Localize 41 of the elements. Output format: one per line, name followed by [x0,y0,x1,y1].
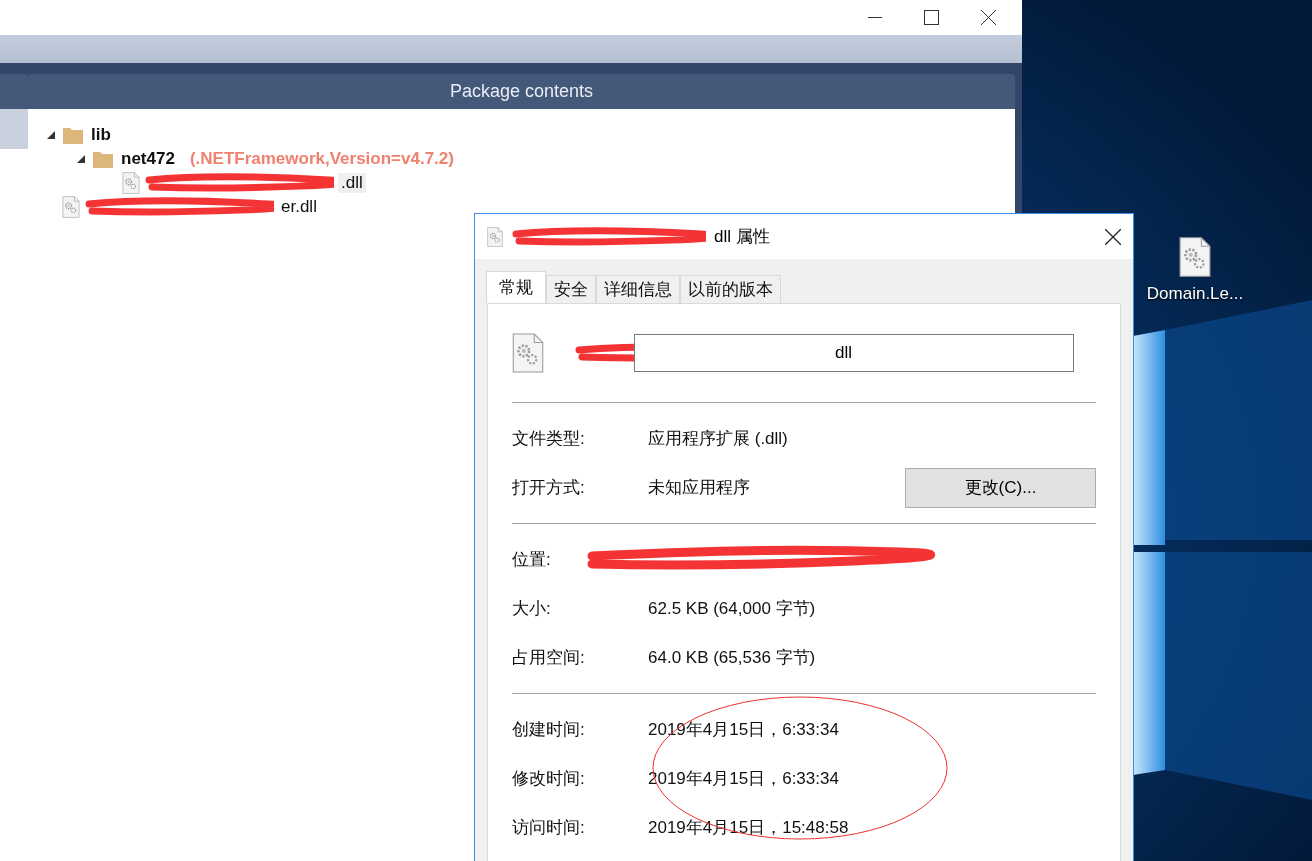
close-icon[interactable] [1105,228,1121,245]
panel-header [0,74,28,109]
property-label: 文件类型: [512,428,586,450]
property-value: 应用程序扩展 (.dll) [648,429,788,448]
folder-icon [62,125,84,145]
tree-item[interactable]: .dll [338,173,366,193]
tab[interactable]: 详细信息 [596,275,680,303]
property-label: 大小: [512,598,552,620]
property-label: 打开方式: [512,477,586,499]
tab[interactable]: 安全 [546,275,596,303]
property-label: 占用空间: [512,647,586,669]
dll-file-icon [487,226,503,247]
property-value: 未知应用程序 [648,478,750,497]
property-label: 访问时间: [512,817,586,839]
property-label: 位置: [512,549,552,571]
dll-file-icon [1179,236,1211,278]
tree-item[interactable]: er.dll [278,197,320,217]
dll-file-icon [62,196,80,218]
dialog-title: dll 属性 [714,226,771,248]
expanded-arrow-icon[interactable] [76,154,86,164]
file-name-field[interactable]: dll [634,334,1074,372]
expanded-arrow-icon[interactable] [46,130,56,140]
framework-note: (.NETFramework,Version=v4.7.2) [189,149,454,169]
dll-file-icon [122,172,140,194]
property-value: 62.5 KB (64,000 字节) [648,599,816,618]
maximize-icon[interactable] [924,10,939,25]
tree-item[interactable]: lib [88,125,114,145]
property-label: 修改时间: [512,768,586,790]
tab[interactable]: 以前的版本 [680,275,781,303]
folder-icon [92,149,114,169]
desktop-icon-label[interactable]: Domain.Le... [1146,284,1244,304]
property-value: 64.0 KB (65,536 字节) [648,648,816,667]
tab[interactable]: 常规 [486,271,546,303]
change-button[interactable]: 更改(C)... [905,467,1096,508]
close-icon[interactable] [981,10,996,25]
property-value: 2019年4月15日，6:33:34 [648,769,839,788]
panel-title: Package contents [28,74,1015,109]
minimize-icon[interactable] [868,16,882,19]
dll-file-icon [512,333,544,373]
property-label: 创建时间: [512,719,586,741]
tree-item[interactable]: net472 [118,149,178,169]
